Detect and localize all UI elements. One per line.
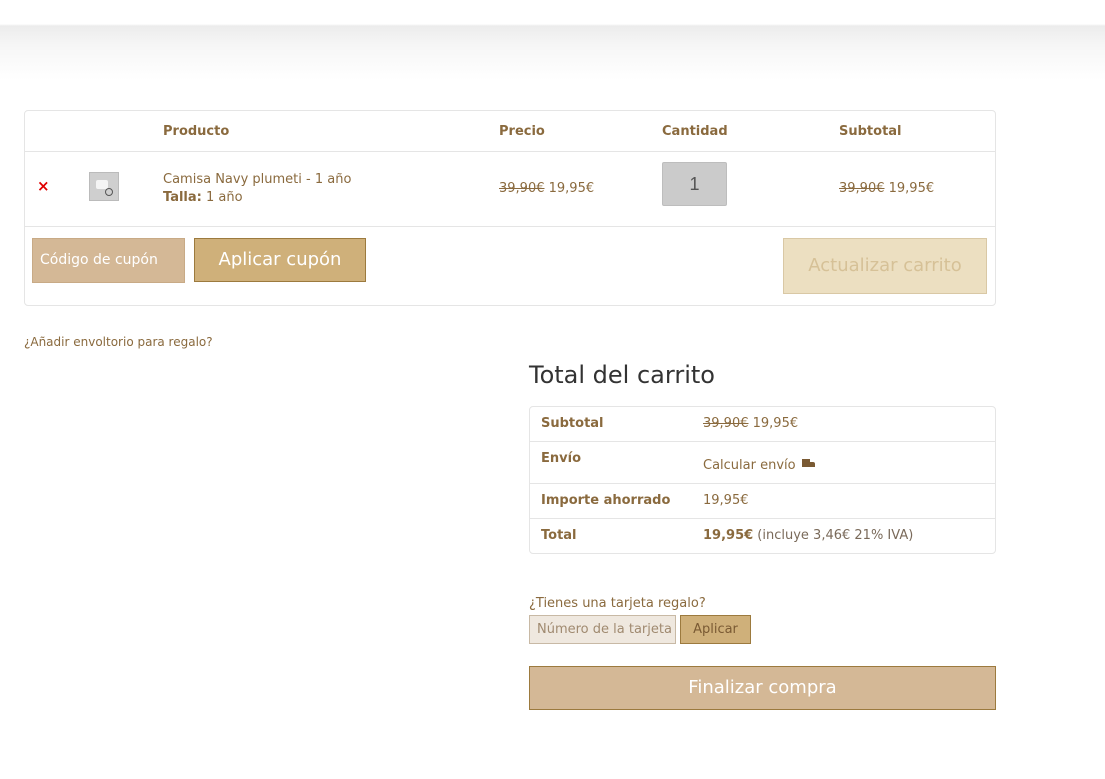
checkout-button[interactable]: Finalizar compra	[529, 666, 996, 710]
total-amount: 19,95€	[703, 528, 754, 543]
row-divider	[530, 518, 995, 519]
totals-total-value: 19,95€ (incluye 3,46€ 21% IVA)	[703, 528, 913, 543]
totals-saved-value: 19,95€	[703, 493, 749, 508]
row-divider	[530, 441, 995, 442]
header-price: Precio	[499, 124, 545, 139]
totals-shipping-label: Envío	[541, 451, 581, 466]
apply-coupon-button[interactable]: Aplicar cupón	[194, 238, 366, 282]
totals-saved-label: Importe ahorrado	[541, 493, 671, 508]
row-divider	[25, 151, 995, 152]
coupon-code-input[interactable]: Código de cupón	[32, 238, 185, 283]
remove-item-button[interactable]: ×	[37, 179, 50, 194]
attribute-value: 1 año	[201, 190, 243, 205]
quantity-input[interactable]: 1	[662, 162, 727, 206]
item-price: 39,90€ 19,95€	[499, 181, 594, 196]
gift-wrap-link[interactable]: ¿Añadir envoltorio para regalo?	[24, 335, 213, 349]
totals-subtotal-old: 39,90€	[703, 416, 749, 431]
item-subtotal: 39,90€ 19,95€	[839, 181, 934, 196]
row-divider	[530, 483, 995, 484]
totals-subtotal-new: 19,95€	[748, 416, 799, 431]
product-thumbnail[interactable]	[89, 172, 119, 201]
calculate-shipping-label[interactable]: Calcular envío	[703, 458, 796, 473]
cart-table: Producto Precio Cantidad Subtotal × Cami…	[24, 110, 996, 306]
product-name-link[interactable]: Camisa Navy plumeti - 1 año	[163, 172, 351, 187]
totals-total-label: Total	[541, 528, 577, 543]
cart-totals-table: Subtotal 39,90€ 19,95€ Envío Calcular en…	[529, 406, 996, 554]
header-subtotal: Subtotal	[839, 124, 902, 139]
subtotal-new: 19,95€	[884, 181, 935, 196]
update-cart-button[interactable]: Actualizar carrito	[783, 238, 987, 294]
apply-giftcard-button[interactable]: Aplicar	[680, 615, 751, 644]
attribute-label: Talla:	[163, 190, 202, 205]
price-new: 19,95€	[544, 181, 595, 196]
product-attribute: Talla: 1 año	[163, 190, 243, 205]
subtotal-old: 39,90€	[839, 181, 885, 196]
truck-icon[interactable]	[801, 459, 816, 470]
header-product: Producto	[163, 124, 230, 139]
row-divider	[25, 226, 995, 227]
giftcard-number-input[interactable]: Número de la tarjeta r	[529, 615, 676, 644]
totals-subtotal-value: 39,90€ 19,95€	[703, 416, 798, 431]
header-shadow	[0, 0, 1105, 80]
total-tax-note: (incluye 3,46€ 21% IVA)	[753, 528, 914, 543]
cart-totals-title: Total del carrito	[529, 361, 715, 389]
totals-subtotal-label: Subtotal	[541, 416, 604, 431]
giftcard-question: ¿Tienes una tarjeta regalo?	[529, 596, 706, 611]
price-old: 39,90€	[499, 181, 545, 196]
header-quantity: Cantidad	[662, 124, 728, 139]
calculate-shipping-link[interactable]: Calcular envío	[703, 458, 816, 473]
